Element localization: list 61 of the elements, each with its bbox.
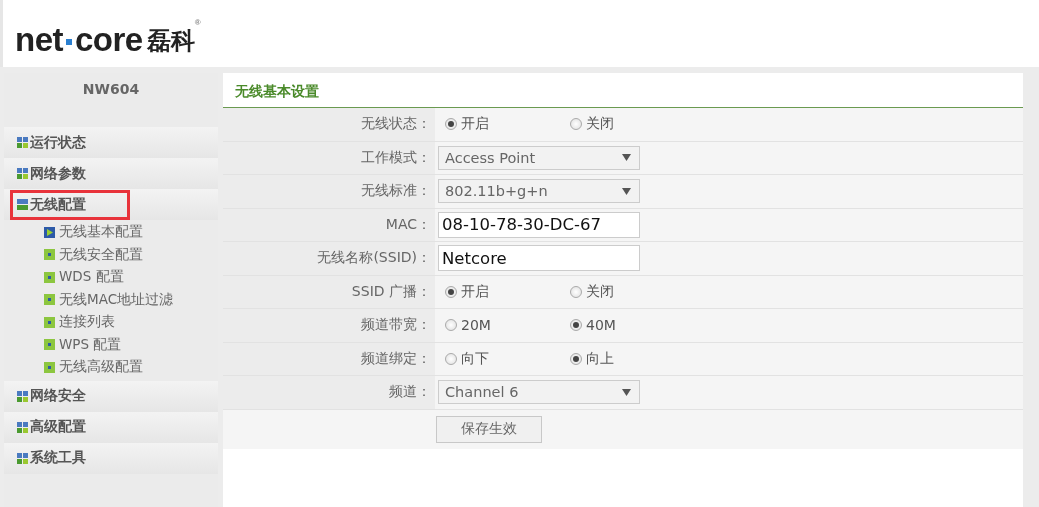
caret-icon <box>622 187 631 195</box>
menu-item[interactable]: 无线配置 <box>10 189 130 220</box>
submenu-item[interactable]: 连接列表 <box>44 311 218 334</box>
field-label: SSID 广播： <box>351 282 431 301</box>
field-label: 无线标准： <box>361 182 431 201</box>
list-icon <box>17 199 28 210</box>
save-button[interactable]: 保存生效 <box>436 415 542 443</box>
submenu-item[interactable]: WPS 配置 <box>44 333 218 356</box>
radio-label: 关闭 <box>586 282 614 301</box>
logo-text: 磊科 <box>146 27 195 56</box>
radio-button[interactable] <box>445 118 457 131</box>
radio-button[interactable] <box>445 285 457 298</box>
field-label: 无线名称(SSID)： <box>317 249 431 268</box>
registered-mark: ® <box>194 18 201 27</box>
radio-button[interactable] <box>445 352 457 365</box>
field-label: 频道绑定： <box>361 349 431 368</box>
field-label: MAC： <box>385 215 431 234</box>
radio-label: 开启 <box>461 282 489 301</box>
radio-button[interactable] <box>570 285 582 298</box>
radio-button[interactable] <box>445 319 457 332</box>
bullet-icon <box>44 249 55 261</box>
submenu-item[interactable]: 无线安全配置 <box>44 243 218 266</box>
radio-button[interactable] <box>570 352 582 365</box>
field-label: 频道： <box>389 383 431 402</box>
submenu-item[interactable]: 无线基本配置 <box>44 221 218 244</box>
play-icon <box>44 226 55 238</box>
bullet-icon <box>44 271 55 283</box>
bullet-icon <box>44 339 55 351</box>
radio-label: 关闭 <box>586 115 614 134</box>
input-field[interactable]: 08-10-78-30-DC-67 <box>438 211 640 238</box>
field-label: 频道带宽： <box>361 316 431 335</box>
bullet-icon <box>44 316 55 328</box>
grid-icon <box>17 168 28 179</box>
radio-label: 向下 <box>461 349 489 368</box>
caret-icon <box>622 388 631 396</box>
device-model: NW604 <box>81 80 141 99</box>
submenu-item[interactable]: 无线高级配置 <box>44 356 218 379</box>
radio-button[interactable] <box>570 319 582 332</box>
submenu-item[interactable]: 无线MAC地址过滤 <box>44 288 218 311</box>
grid-icon <box>17 137 28 148</box>
grid-icon <box>17 390 28 402</box>
dropdown[interactable]: Access Point <box>438 145 640 170</box>
caret-icon <box>622 154 631 162</box>
logo-text: core <box>75 23 143 56</box>
grid-icon <box>17 452 28 464</box>
submenu-item[interactable]: WDS 配置 <box>44 266 218 289</box>
radio-label: 向上 <box>586 349 614 368</box>
radio-label: 40M <box>586 317 616 334</box>
radio-label: 开启 <box>461 115 489 134</box>
input-field[interactable]: Netcore <box>438 245 640 272</box>
panel-title: 无线基本设置 <box>234 82 320 101</box>
dropdown[interactable]: 802.11b+g+n <box>438 179 640 204</box>
bullet-icon <box>44 294 55 306</box>
field-label: 工作模式： <box>361 148 431 167</box>
grid-icon <box>17 421 28 433</box>
logo-text: net <box>15 23 63 56</box>
radio-label: 20M <box>461 317 491 334</box>
bullet-icon <box>44 361 55 373</box>
radio-button[interactable] <box>570 118 582 131</box>
dropdown[interactable]: Channel 6 <box>438 380 640 405</box>
field-label: 无线状态： <box>361 115 431 134</box>
